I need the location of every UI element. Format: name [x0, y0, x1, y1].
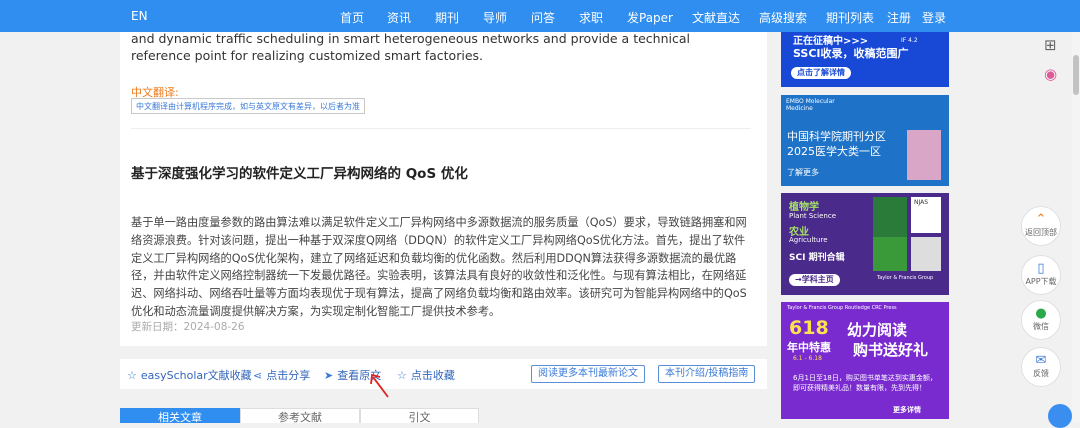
- ad2-journal-name: EMBO Molecular Medicine: [786, 98, 835, 112]
- article-card: and dynamic traffic scheduling in smart …: [120, 31, 767, 346]
- ad4-description: 6月1日至18日，购买图书单笔达到实惠金额，即可获得精美礼品！数量有限，先到先得…: [793, 374, 937, 392]
- nav-item-direct[interactable]: 文献直达: [692, 9, 740, 26]
- avatar-icon[interactable]: ◉: [1044, 65, 1057, 83]
- favorite-label: 点击收藏: [410, 369, 455, 382]
- wechat-icon: ●: [1035, 306, 1047, 321]
- nav-item-journal-list[interactable]: 期刊列表: [826, 9, 874, 26]
- star-icon: ☆: [127, 368, 137, 382]
- share-label: 点击分享: [266, 369, 311, 382]
- ad3-cover-2: NJAS: [911, 197, 941, 233]
- ad-banner-4[interactable]: Taylor & Francis Group Routledge CRC Pre…: [781, 302, 949, 419]
- ad4-publisher: Taylor & Francis Group Routledge CRC Pre…: [787, 305, 897, 311]
- easyscholar-collect-label: easyScholar文献收藏: [140, 369, 252, 382]
- annotation-arrow-icon: [370, 373, 389, 398]
- tab-related-articles[interactable]: 相关文章: [120, 408, 240, 423]
- divider: [131, 128, 751, 129]
- nav-item-journals[interactable]: 期刊: [435, 9, 459, 26]
- ad4-more: 更多详情: [893, 406, 921, 414]
- back-to-top-label: 返回顶部: [1025, 228, 1057, 237]
- ad3-plant-cn: 植物学: [789, 202, 819, 213]
- tab-citations[interactable]: 引文: [360, 408, 479, 423]
- nav-item-qa[interactable]: 问答: [531, 9, 555, 26]
- nav-item-mentors[interactable]: 导师: [483, 9, 507, 26]
- more-papers-button[interactable]: 阅读更多本刊最新论文: [531, 365, 645, 383]
- grid-add-icon[interactable]: ⊞: [1044, 36, 1057, 54]
- ad3-cover-title: NJAS: [914, 199, 929, 206]
- ad3-collection: SCI 期刊合辑: [789, 253, 845, 263]
- wechat-button[interactable]: ● 微信: [1021, 300, 1061, 340]
- wechat-label: 微信: [1033, 322, 1049, 331]
- journal-intro-button[interactable]: 本刊介绍/投稿指南: [658, 365, 756, 383]
- abstract-cn: 基于单一路由度量参数的路由算法难以满足软件定义工厂异构网络中多源数据流的服务质量…: [131, 216, 747, 318]
- nav-item-jobs[interactable]: 求职: [579, 9, 603, 26]
- ad2-line2: 2025医学大类一区: [787, 145, 881, 158]
- ad1-tag: IF 4.2: [901, 37, 918, 44]
- nav-item-register[interactable]: 注册: [887, 9, 911, 26]
- ad4-date: 6.1 - 6.18: [793, 355, 822, 362]
- mail-icon: ✉: [1035, 353, 1047, 368]
- article-title-cn: 基于深度强化学习的软件定义工厂异构网络的 QoS 优化: [131, 166, 468, 182]
- ad2-more: 了解更多: [787, 168, 819, 177]
- ad-banner-1[interactable]: 正在征稿中>>> IF 4.2 SSCI收录，收稿范围广 点击了解详情: [781, 32, 949, 87]
- feedback-button[interactable]: ✉ 反馈: [1021, 347, 1061, 387]
- back-to-top-button[interactable]: ⌃ 返回顶部: [1021, 206, 1061, 246]
- nav-item-news[interactable]: 资讯: [387, 9, 411, 26]
- easyscholar-collect-button[interactable]: ☆ easyScholar文献收藏: [127, 367, 252, 383]
- ad3-publisher: Taylor & Francis Group: [877, 275, 934, 281]
- app-download-label: APP下载: [1025, 277, 1057, 286]
- favorite-button[interactable]: ☆ 点击收藏: [397, 367, 455, 383]
- top-nav: EN 首页 资讯 期刊 导师 问答 求职 发Paper 文献直达 高级搜索 期刊…: [0, 0, 1080, 32]
- feedback-label: 反馈: [1033, 369, 1049, 378]
- nav-item-advanced-search[interactable]: 高级搜索: [759, 9, 807, 26]
- update-date: 更新日期：2024-08-26: [131, 321, 245, 333]
- star-icon: ☆: [397, 368, 407, 382]
- action-bar: ☆ easyScholar文献收藏 ⋖ 点击分享 ➤ 查看原文 ☆ 点击收藏 阅…: [120, 359, 767, 389]
- scrollbar-thumb[interactable]: [1073, 55, 1079, 95]
- ad2-cover-image: [907, 130, 941, 180]
- nav-lang-en[interactable]: EN: [131, 9, 148, 23]
- ad3-cover-1: [873, 197, 907, 241]
- ad3-cover-4: [911, 237, 941, 271]
- ad1-subline: SSCI收录，收稿范围广: [793, 47, 909, 60]
- ad3-button[interactable]: →学科主页: [789, 274, 840, 286]
- chat-bot-icon[interactable]: [1048, 404, 1072, 428]
- ad3-cover-3: [873, 237, 907, 271]
- share-button[interactable]: ⋖ 点击分享: [253, 367, 310, 383]
- ad4-618: 618: [789, 317, 829, 339]
- english-abstract-tail: and dynamic traffic scheduling in smart …: [131, 31, 690, 63]
- send-icon: ➤: [324, 368, 334, 382]
- chevron-up-icon: ⌃: [1035, 212, 1047, 227]
- ad2-line1: 中国科学院期刊分区: [787, 130, 886, 143]
- ad4-subtitle: 年中特惠: [787, 341, 831, 354]
- ad-banner-3[interactable]: 植物学 Plant Science 农业 Agriculture SCI 期刊合…: [781, 193, 949, 295]
- nav-item-publish[interactable]: 发Paper: [627, 9, 673, 26]
- ad3-agri-en: Agriculture: [789, 236, 828, 244]
- nav-item-login[interactable]: 登录: [922, 9, 946, 26]
- ad4-slogan-1: 幼力阅读: [847, 321, 908, 339]
- translation-disclaimer: 中文翻译由计算机程序完成，如与英文原文有差异，以后者为准: [131, 98, 365, 114]
- share-icon: ⋖: [253, 368, 263, 382]
- tab-references[interactable]: 参考文献: [240, 408, 360, 423]
- nav-item-home[interactable]: 首页: [340, 9, 364, 26]
- phone-icon: ▯: [1037, 261, 1045, 276]
- ad4-slogan-2: 购书送好礼: [853, 341, 929, 359]
- ad-banner-2[interactable]: EMBO Molecular Medicine 中国科学院期刊分区 2025医学…: [781, 95, 949, 186]
- app-download-button[interactable]: ▯ APP下载: [1021, 255, 1061, 295]
- ad3-plant-en: Plant Science: [789, 212, 836, 220]
- ad1-button[interactable]: 点击了解详情: [791, 67, 851, 79]
